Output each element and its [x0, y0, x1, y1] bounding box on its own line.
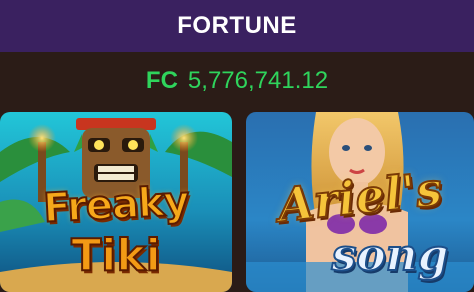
currency-code: FC: [145, 67, 178, 94]
balance-bar: FC 5,776,741.12: [0, 52, 474, 110]
game-title-line2: Tiki: [70, 229, 161, 282]
top-bar: FORTUNE: [0, 0, 474, 52]
game-title-line2: song: [331, 229, 450, 282]
balance-amount: 5,776,741.12: [187, 67, 329, 94]
game-tile-freaky-tiki[interactable]: Freaky Tiki: [0, 112, 232, 292]
game-tile-ariels-song[interactable]: Ariel's song: [246, 112, 474, 292]
page-title: FORTUNE: [177, 12, 297, 39]
balance-display: FC 5,776,741.12: [146, 67, 328, 95]
